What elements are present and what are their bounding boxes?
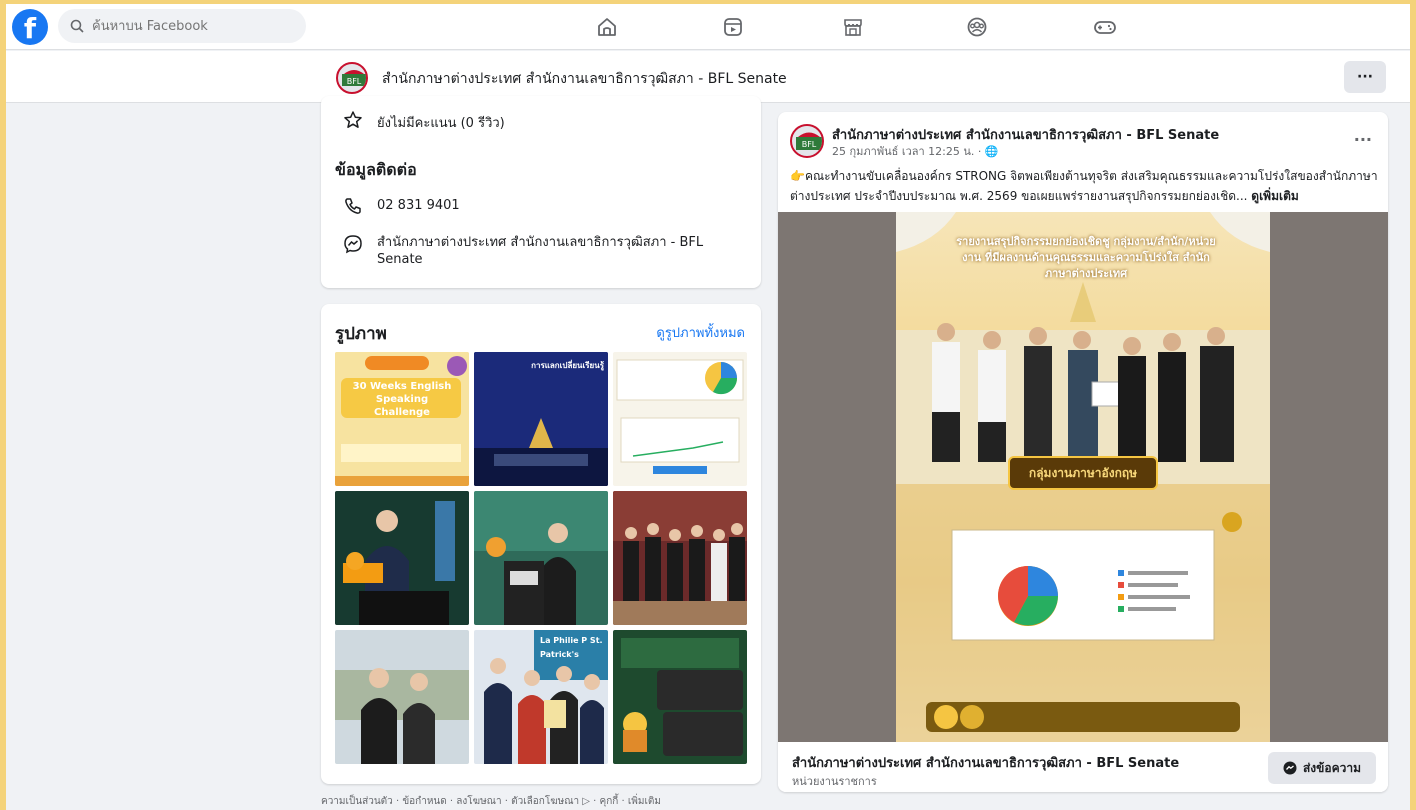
footer-links[interactable]: ความเป็นส่วนตัว · ข้อกำหนด · ลงโฆษณา · ต… <box>321 794 661 809</box>
more-options-button[interactable]: ··· <box>1344 61 1386 93</box>
poster-title: รายงานสรุปกิจกรรมยกย่องเชิดชู กลุ่มงาน/ส… <box>956 235 1216 280</box>
see-all-photos-link[interactable]: ดูรูปภาพทั้งหมด <box>656 322 745 343</box>
phone-number: 02 831 9401 <box>377 198 460 213</box>
photo-tile[interactable] <box>613 352 747 486</box>
star-icon <box>344 111 362 128</box>
photo-tile[interactable]: การแลกเปลี่ยนเรียนรู้ <box>474 352 608 486</box>
photo-grid: 30 Weeks English Speaking Challenge การแ… <box>335 352 747 764</box>
rating-row: ยังไม่มีคะแนน (0 รีวิว) <box>343 110 505 133</box>
photo-tile[interactable] <box>474 491 608 625</box>
poster-banner: กลุ่มงานภาษาอังกฤษ <box>1008 456 1158 490</box>
post-timestamp[interactable]: 25 กุมภาพันธ์ เวลา 12:25 น. · 🌐 <box>832 142 999 160</box>
messenger-link[interactable]: สำนักภาษาต่างประเทศ สำนักงานเลขาธิการวุฒ… <box>377 234 723 268</box>
post-page-category: หน่วยงานราชการ <box>792 775 877 788</box>
post-page-footer: สำนักภาษาต่างประเทศ สำนักงานเลขาธิการวุฒ… <box>778 742 1388 792</box>
photo-caption: 30 Weeks English Speaking Challenge <box>352 381 452 418</box>
marketplace-icon[interactable] <box>840 14 866 40</box>
contact-section-title: ข้อมูลติดต่อ <box>335 160 417 179</box>
photo-tile[interactable] <box>335 630 469 764</box>
photo-tile[interactable] <box>613 491 747 625</box>
photos-card: รูปภาพ ดูรูปภาพทั้งหมด 30 Weeks English … <box>321 304 761 784</box>
photo-tile[interactable] <box>335 491 469 625</box>
rating-text: ยังไม่มีคะแนน (0 รีวิว) <box>377 116 505 131</box>
messenger-icon <box>344 235 362 254</box>
post-text: 👉คณะทำงานขับเคลื่อนองค์กร STRONG จิตพอเพ… <box>790 166 1380 206</box>
groups-icon[interactable] <box>964 14 990 40</box>
poster: รายงานสรุปกิจกรรมยกย่องเชิดชู กลุ่มงาน/ส… <box>896 212 1270 742</box>
post-image[interactable]: รายงานสรุปกิจกรรมยกย่องเชิดชู กลุ่มงาน/ส… <box>778 212 1388 742</box>
post-card: BFL สำนักภาษาต่างประเทศ สำนักงานเลขาธิกา… <box>778 112 1388 792</box>
video-icon[interactable] <box>720 14 746 40</box>
svg-text:BFL: BFL <box>347 77 362 86</box>
facebook-window: f BFL <box>6 4 1410 810</box>
home-icon[interactable] <box>594 14 620 40</box>
page-title[interactable]: สำนักภาษาต่างประเทศ สำนักงานเลขาธิการวุฒ… <box>382 68 787 90</box>
photo-tile[interactable] <box>613 630 747 764</box>
phone-row: 02 831 9401 <box>343 196 460 216</box>
photos-title: รูปภาพ <box>335 324 387 344</box>
top-navigation-bar: f <box>6 4 1410 50</box>
page-info-card: ยังไม่มีคะแนน (0 รีวิว) ข้อมูลติดต่อ 02 … <box>321 96 761 288</box>
see-more-link[interactable]: ดูเพิ่มเติม <box>1251 189 1299 203</box>
post-page-name[interactable]: สำนักภาษาต่างประเทศ สำนักงานเลขาธิการวุฒ… <box>792 752 1179 773</box>
messenger-icon <box>1283 761 1297 775</box>
post-author-avatar[interactable]: BFL <box>790 124 824 158</box>
photo-caption: La Philie P St. Patrick's <box>540 636 603 659</box>
send-message-label: ส่งข้อความ <box>1302 760 1361 775</box>
messenger-row: สำนักภาษาต่างประเทศ สำนักงานเลขาธิการวุฒ… <box>343 234 723 268</box>
photo-tile[interactable]: 30 Weeks English Speaking Challenge <box>335 352 469 486</box>
send-message-button[interactable]: ส่งข้อความ <box>1268 752 1376 784</box>
gaming-icon[interactable] <box>1092 14 1118 40</box>
photo-tile[interactable]: La Philie P St. Patrick's <box>474 630 608 764</box>
page-avatar[interactable]: BFL <box>336 62 368 94</box>
nav-icons <box>6 4 1410 50</box>
phone-icon <box>345 198 361 214</box>
svg-text:BFL: BFL <box>802 140 817 149</box>
photo-caption: การแลกเปลี่ยนเรียนรู้ <box>531 361 604 370</box>
post-options-icon[interactable]: ··· <box>1354 130 1372 149</box>
